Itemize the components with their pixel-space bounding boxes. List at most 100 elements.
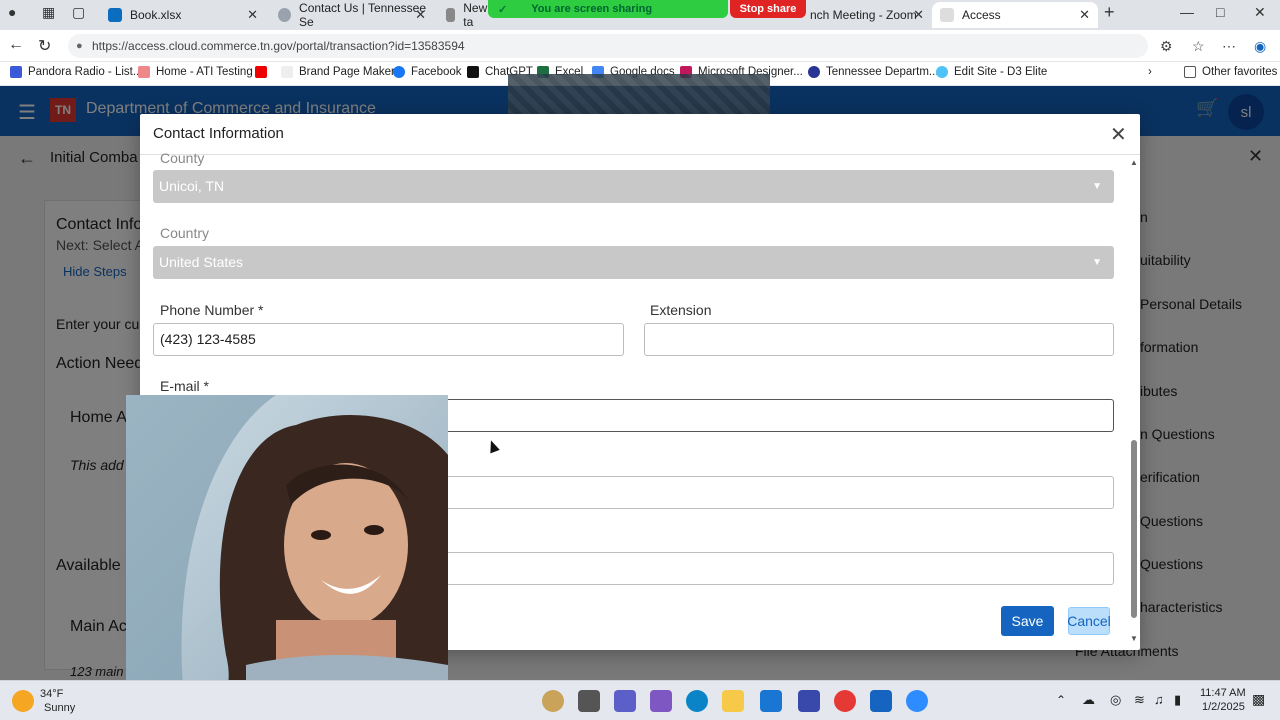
bookmark-tennessee[interactable]: Tennessee Departm... <box>808 66 939 78</box>
stop-share-label: Stop share <box>739 3 797 15</box>
notification-icon[interactable]: ▩ <box>1252 691 1265 708</box>
bookmark-pandora[interactable]: Pandora Radio - List... <box>10 66 142 78</box>
tab-new-tab[interactable]: New ta <box>438 1 488 29</box>
close-tab-icon[interactable]: ✕ <box>415 7 426 23</box>
chevron-down-icon: ▼ <box>1092 181 1102 192</box>
facebook-icon <box>393 66 405 78</box>
teams-icon[interactable] <box>614 690 636 712</box>
workspaces-icon[interactable]: ▦ <box>42 4 55 21</box>
copilot-icon[interactable]: ◉ <box>1254 38 1266 55</box>
address-bar-row: ← ↻ ● https://access.cloud.commerce.tn.g… <box>0 30 1280 62</box>
tab-label: nch Meeting - Zoom <box>810 8 917 22</box>
bookmark-label: Brand Page Maker <box>299 66 395 78</box>
back-icon[interactable]: ← <box>8 36 24 54</box>
favorites-icon[interactable]: ☆ <box>1192 38 1205 55</box>
scroll-up-icon[interactable]: ▲ <box>1130 158 1138 167</box>
close-tab-icon[interactable]: ✕ <box>247 7 258 23</box>
save-button[interactable]: Save <box>1001 606 1054 636</box>
bookmark-label: Tennessee Departm... <box>826 66 939 78</box>
weather-icon[interactable] <box>12 690 34 712</box>
tab-book-xlsx[interactable]: Book.xlsx ✕ <box>100 2 266 28</box>
copilot-app-icon[interactable] <box>542 690 564 712</box>
battery-icon[interactable]: ▮ <box>1174 692 1181 708</box>
close-window-icon[interactable]: ✕ <box>1254 4 1266 21</box>
country-select[interactable]: United States ▼ <box>153 246 1114 279</box>
new-tab-icon <box>446 8 456 22</box>
bookmark-d3-elite[interactable]: Edit Site - D3 Elite <box>936 66 1047 78</box>
chrome-icon[interactable] <box>834 690 856 712</box>
bookmark-label: Other favorites <box>1202 66 1278 78</box>
new-tab-button[interactable]: + <box>1104 2 1115 23</box>
country-value: United States <box>159 254 244 270</box>
tab-actions-icon[interactable]: ▢ <box>72 4 85 21</box>
tab-label: Contact Us | Tennessee Se <box>299 1 426 29</box>
minimize-icon[interactable]: — <box>1180 4 1194 20</box>
phone-number-field[interactable]: (423) 123-4585 <box>153 323 624 356</box>
cloud-icon[interactable]: ☁ <box>1082 692 1095 708</box>
speaker-icon[interactable]: ♫ <box>1154 692 1164 707</box>
task-view-icon[interactable] <box>578 690 600 712</box>
lock-icon: ● <box>76 40 83 52</box>
bookmarks-overflow-icon[interactable]: › <box>1148 66 1152 78</box>
wifi-icon[interactable]: ≋ <box>1134 692 1145 708</box>
cancel-button[interactable]: Cancel <box>1067 607 1111 635</box>
bookmark-brand-page-maker[interactable]: Brand Page Maker <box>281 66 395 78</box>
stop-share-button[interactable]: Stop share <box>730 0 806 18</box>
extension-label: Extension <box>650 302 712 318</box>
bookmark-other-favorites[interactable]: Other favorites <box>1184 66 1277 78</box>
lync-icon[interactable] <box>798 690 820 712</box>
clock-time[interactable]: 11:47 AM <box>1200 687 1246 699</box>
youtube-icon <box>255 66 267 78</box>
chevron-down-icon: ▼ <box>1092 257 1102 268</box>
tab-access[interactable]: Access ✕ <box>932 2 1098 28</box>
store-icon[interactable] <box>760 690 782 712</box>
taskbar: 34°F Sunny ⌃ ☁ ◎ ≋ ♫ ▮ 11:47 AM 1/2/2025… <box>0 680 1280 720</box>
ati-icon <box>138 66 150 78</box>
extension-field[interactable] <box>644 323 1114 356</box>
tab-zoom-meeting[interactable]: nch Meeting - Zoom ✕ <box>806 2 932 28</box>
d3-icon <box>936 66 948 78</box>
cancel-label: Cancel <box>1067 613 1111 629</box>
file-explorer-icon[interactable] <box>722 690 744 712</box>
clock-date[interactable]: 1/2/2025 <box>1202 701 1245 713</box>
bookmark-facebook[interactable]: Facebook <box>393 66 462 78</box>
phone-value: (423) 123-4585 <box>160 331 256 347</box>
scroll-down-icon[interactable]: ▼ <box>1130 634 1138 643</box>
zoom-icon[interactable] <box>906 690 928 712</box>
scrollbar[interactable]: ▲ ▼ <box>1130 158 1138 648</box>
close-tab-icon[interactable]: ✕ <box>1079 7 1090 23</box>
screen-share-region <box>508 74 770 116</box>
edge-icon[interactable] <box>686 690 708 712</box>
video-camera-preview <box>126 395 448 720</box>
screen-sharing-text: You are screen sharing <box>531 3 653 15</box>
url-text: https://access.cloud.commerce.tn.gov/por… <box>92 39 465 53</box>
bookmark-label: Pandora Radio - List... <box>28 66 143 78</box>
extensions-icon[interactable]: ⚙ <box>1160 38 1173 55</box>
refresh-icon[interactable]: ↻ <box>38 36 51 56</box>
site-icon <box>278 8 292 22</box>
scrollbar-thumb[interactable] <box>1131 440 1137 618</box>
phone-label: Phone Number * <box>160 302 264 318</box>
bookmark-youtube[interactable] <box>255 66 273 78</box>
tab-contact-us[interactable]: Contact Us | Tennessee Se ✕ <box>270 1 434 29</box>
maximize-icon[interactable]: □ <box>1216 4 1224 20</box>
camera-image <box>126 395 448 720</box>
close-tab-icon[interactable]: ✕ <box>913 7 924 23</box>
media-icon[interactable] <box>870 690 892 712</box>
county-select[interactable]: Unicoi, TN ▼ <box>153 170 1114 203</box>
location-icon[interactable]: ◎ <box>1110 692 1121 708</box>
tab-label: Book.xlsx <box>130 8 182 22</box>
tab-label: Access <box>962 8 1001 22</box>
pandora-icon <box>10 66 22 78</box>
brand-icon <box>281 66 293 78</box>
bookmark-ati[interactable]: Home - ATI Testing <box>138 66 253 78</box>
url-field[interactable]: ● https://access.cloud.commerce.tn.gov/p… <box>68 34 1148 58</box>
bookmark-label: Home - ATI Testing <box>156 66 253 78</box>
tray-overflow-icon[interactable]: ⌃ <box>1056 693 1066 707</box>
profile-icon[interactable]: ● <box>8 4 16 20</box>
dialog-title: Contact Information <box>153 125 284 142</box>
close-icon[interactable]: ✕ <box>1110 122 1127 147</box>
country-label: Country <box>160 225 210 241</box>
copilot-icon[interactable] <box>650 690 672 712</box>
more-icon[interactable]: ⋯ <box>1222 38 1236 55</box>
